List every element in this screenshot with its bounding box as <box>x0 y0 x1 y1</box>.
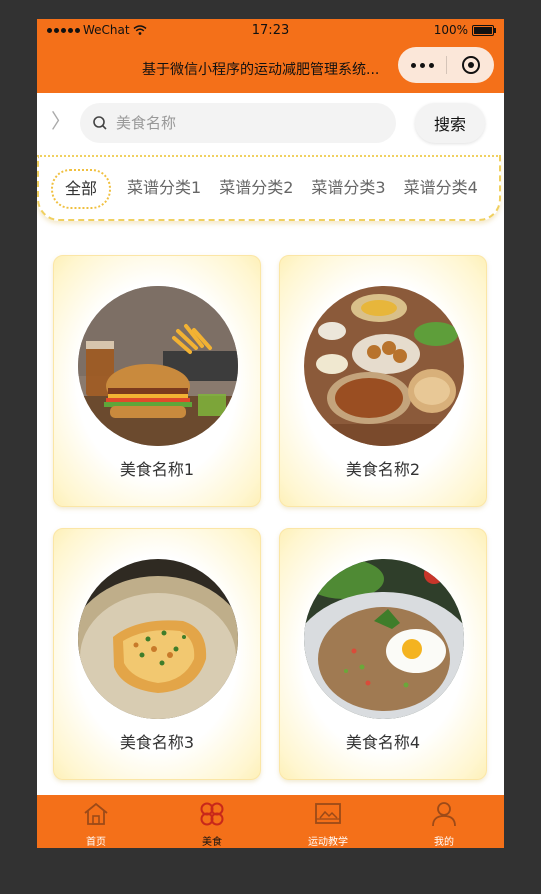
food-name: 美食名称1 <box>119 460 195 479</box>
tab-sports-teaching-label: 运动教学 <box>308 837 348 848</box>
category-tab-list: 全部 菜谱分类1 菜谱分类2 菜谱分类3 菜谱分类4 <box>51 169 480 209</box>
food-image-hash-brown <box>78 559 238 719</box>
tab-category-3[interactable]: 菜谱分类3 <box>309 169 387 207</box>
page-title: 基于微信小程序的运动减肥管理系统... <box>142 62 380 78</box>
search-field[interactable] <box>80 103 396 143</box>
food-name: 美食名称4 <box>345 733 421 752</box>
search-button[interactable]: 搜索 <box>415 103 485 143</box>
phone-screen: WeChat 17:23 100% 基于微信小程序的运动减肥管理系统... 〉 … <box>37 19 504 848</box>
food-card-4[interactable]: 美食名称4 <box>279 528 487 780</box>
more-menu-button[interactable] <box>398 62 446 68</box>
food-name: 美食名称3 <box>119 733 195 752</box>
tab-home[interactable]: 首页 <box>56 801 136 848</box>
battery-area: 100% <box>433 23 496 37</box>
tab-food[interactable]: 美食 <box>172 801 252 848</box>
tab-home-label: 首页 <box>86 837 106 848</box>
food-card-1[interactable]: 美食名称1 <box>53 255 261 507</box>
tab-category-1[interactable]: 菜谱分类1 <box>125 169 203 207</box>
tab-all[interactable]: 全部 <box>51 169 112 209</box>
food-image-burger <box>78 286 238 446</box>
home-icon <box>84 802 108 825</box>
tab-mine[interactable]: 我的 <box>404 801 484 848</box>
status-bar: WeChat 17:23 100% <box>37 19 504 43</box>
food-card-2[interactable]: 美食名称2 <box>279 255 487 507</box>
tab-food-label: 美食 <box>202 837 222 848</box>
close-miniprogram-button[interactable] <box>447 56 494 74</box>
food-card-3[interactable]: 美食名称3 <box>53 528 261 780</box>
video-icon <box>315 803 341 824</box>
tab-sports-teaching[interactable]: 运动教学 <box>288 801 368 848</box>
tab-category-4[interactable]: 菜谱分类4 <box>402 169 480 207</box>
battery-icon <box>472 24 496 36</box>
user-icon <box>432 802 456 827</box>
battery-percent: 100% <box>433 23 468 37</box>
food-icon <box>200 802 224 826</box>
menu-capsule <box>398 47 494 83</box>
food-image-fried-rice <box>304 559 464 719</box>
category-tabs: 全部 菜谱分类1 菜谱分类2 菜谱分类3 菜谱分类4 <box>37 155 501 221</box>
target-icon <box>461 56 480 74</box>
search-input[interactable] <box>114 113 378 133</box>
navigation-bar: 基于微信小程序的运动减肥管理系统... <box>37 43 504 93</box>
tab-category-2[interactable]: 菜谱分类2 <box>217 169 295 207</box>
tab-mine-label: 我的 <box>434 837 454 848</box>
search-icon <box>93 116 107 130</box>
food-image-mezze <box>304 286 464 446</box>
chevron-right-icon[interactable]: 〉 <box>51 111 71 131</box>
search-bar: 〉 搜索 <box>37 93 504 153</box>
food-name: 美食名称2 <box>345 460 421 479</box>
bottom-tab-bar: 首页 美食 运动教学 我的 <box>37 795 504 848</box>
